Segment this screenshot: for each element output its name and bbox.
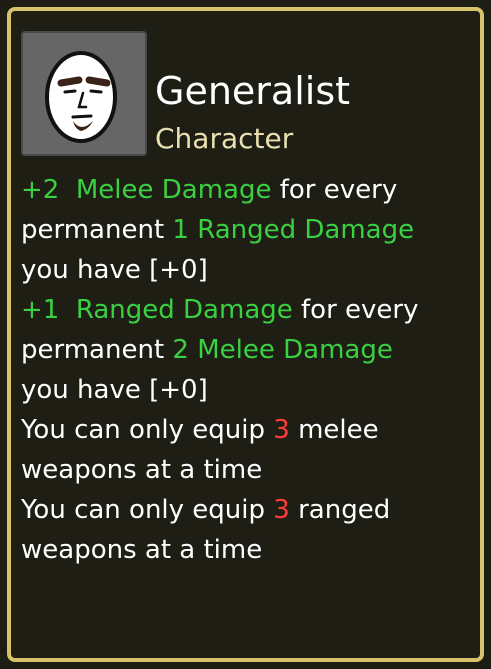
effect-2-line-1: +1 Ranged Damage for every	[21, 290, 471, 330]
effects-list: +2 Melee Damage for every permanent 1 Ra…	[21, 170, 471, 570]
effect-4-line-1: You can only equip 3 ranged	[21, 490, 471, 530]
character-portrait	[21, 31, 147, 156]
item-name: Generalist	[155, 69, 351, 113]
effect-1-line-1: +2 Melee Damage for every	[21, 170, 471, 210]
item-tooltip-card: Generalist Character +2 Melee Damage for…	[0, 0, 491, 669]
effect-value: +2	[21, 175, 60, 205]
effect-text: for every	[271, 175, 398, 205]
effect-text: permanent	[21, 215, 173, 245]
effect-3-line-1: You can only equip 3 melee	[21, 410, 471, 450]
effect-text: permanent	[21, 335, 173, 365]
effect-4-line-2: weapons at a time	[21, 535, 263, 565]
effect-2-line-3: you have [+0]	[21, 375, 208, 405]
effect-3-line-2: weapons at a time	[21, 455, 263, 485]
stat-name: Melee Damage	[75, 175, 272, 205]
effect-1-line-2: permanent 1 Ranged Damage	[21, 210, 471, 250]
effect-2-line-2: permanent 2 Melee Damage	[21, 330, 471, 370]
effect-text: for every	[292, 295, 419, 325]
stat-name: Ranged Damage	[75, 295, 293, 325]
stat-name: 2 Melee Damage	[172, 335, 393, 365]
effect-text: You can only equip	[21, 495, 274, 525]
limit-number: 3	[273, 415, 290, 445]
effect-text: melee	[289, 415, 379, 445]
effect-1-line-3: you have [+0]	[21, 255, 208, 285]
effect-value: +1	[21, 295, 60, 325]
effect-text: You can only equip	[21, 415, 274, 445]
effect-text: ranged	[289, 495, 391, 525]
item-type: Character	[155, 122, 294, 155]
limit-number: 3	[273, 495, 290, 525]
egg-face-with-goatee-icon	[45, 51, 117, 143]
stat-name: 1 Ranged Damage	[172, 215, 415, 245]
